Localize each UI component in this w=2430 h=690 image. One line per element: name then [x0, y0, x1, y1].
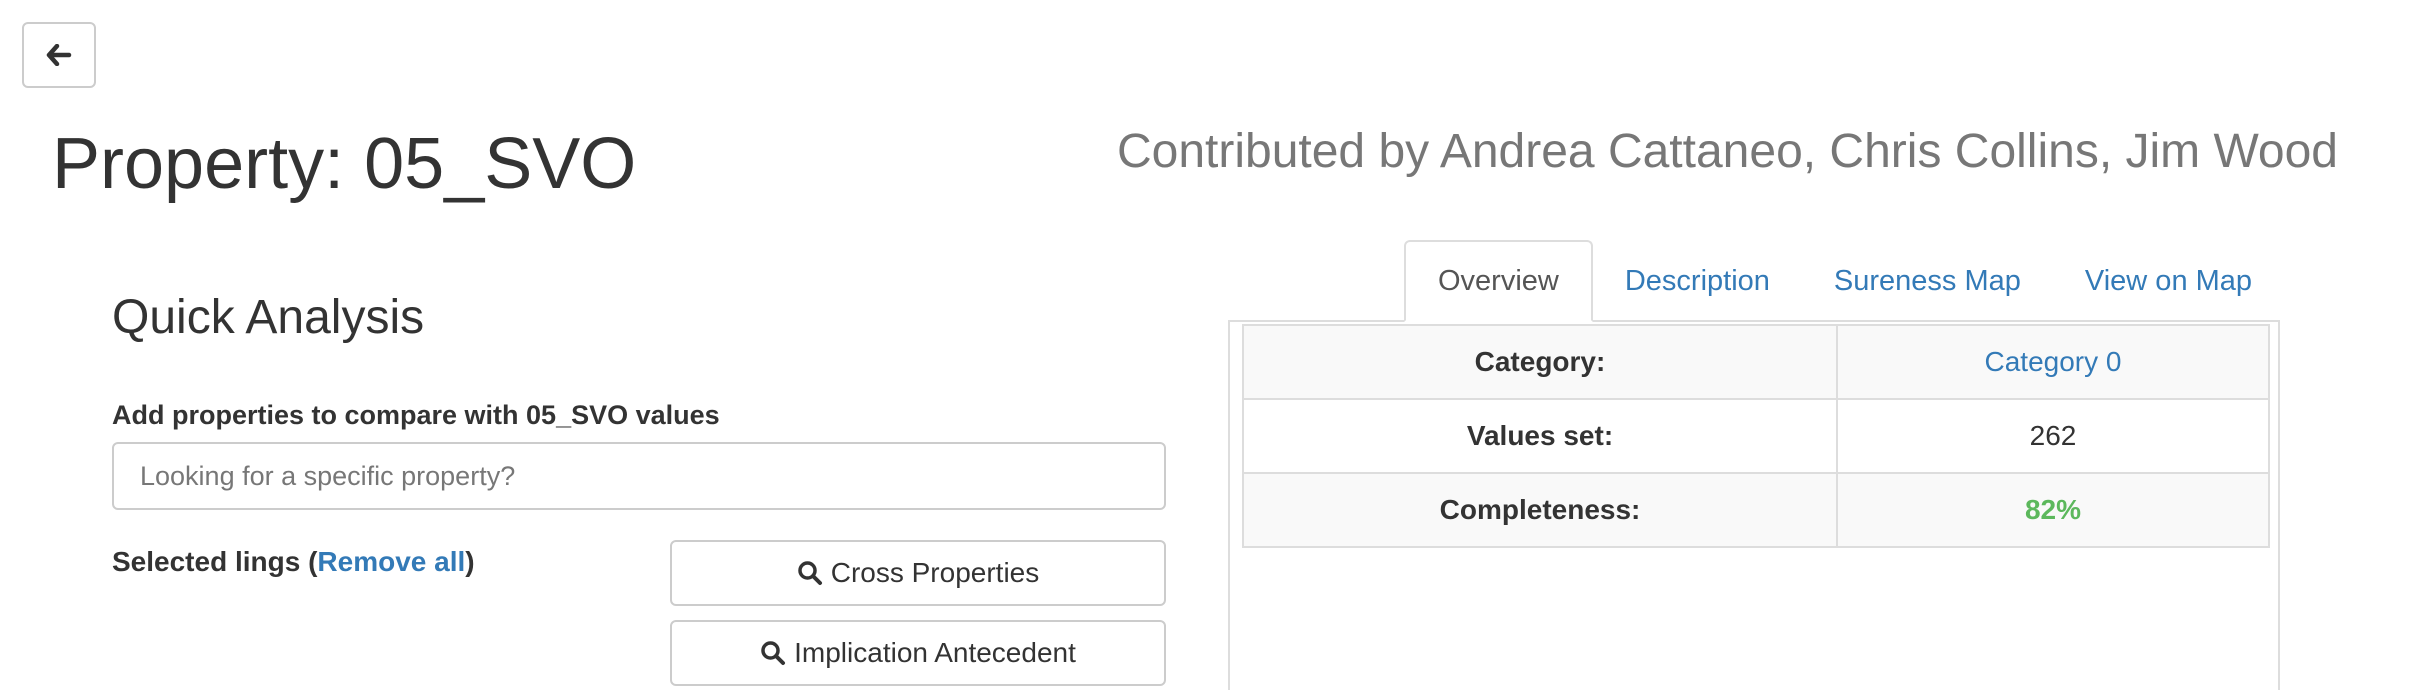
search-icon	[797, 560, 823, 586]
page: Property: 05_SVO Contributed by Andrea C…	[0, 0, 2430, 690]
search-icon	[760, 640, 786, 666]
overview-table: Category: Category 0 Values set: 262 Com…	[1242, 324, 2270, 548]
completeness-value: 82%	[1836, 472, 2270, 548]
category-label: Category:	[1242, 324, 1838, 400]
property-search-input[interactable]	[112, 442, 1166, 510]
completeness-label: Completeness:	[1242, 472, 1838, 548]
remove-all-link[interactable]: Remove all	[317, 546, 465, 577]
implication-antecedent-button[interactable]: Implication Antecedent	[670, 620, 1166, 686]
overview-panel: Category: Category 0 Values set: 262 Com…	[1228, 320, 2280, 690]
implication-antecedent-label: Implication Antecedent	[794, 637, 1076, 668]
category-link[interactable]: Category 0	[1985, 346, 2122, 377]
values-set-value: 262	[1836, 398, 2270, 474]
compare-properties-label: Add properties to compare with 05_SVO va…	[112, 400, 720, 430]
tab-description[interactable]: Description	[1593, 240, 1802, 322]
tab-sureness-map[interactable]: Sureness Map	[1802, 240, 2053, 322]
tab-view-on-map[interactable]: View on Map	[2053, 240, 2284, 322]
table-row: Category: Category 0	[1242, 324, 2270, 400]
values-set-label: Values set:	[1242, 398, 1838, 474]
selected-lings-text: Selected lings (	[112, 546, 318, 577]
table-row: Completeness: 82%	[1242, 472, 2270, 548]
table-row: Values set: 262	[1242, 398, 2270, 474]
page-title: Property: 05_SVO	[52, 124, 637, 204]
cross-properties-button[interactable]: Cross Properties	[670, 540, 1166, 606]
quick-analysis-title: Quick Analysis	[112, 291, 425, 344]
selected-lings-label: Selected lings (Remove all)	[112, 546, 475, 578]
contributors-text: Contributed by Andrea Cattaneo, Chris Co…	[1116, 125, 2338, 178]
tab-overview[interactable]: Overview	[1404, 240, 1593, 322]
cross-properties-label: Cross Properties	[830, 557, 1040, 588]
back-button[interactable]	[22, 22, 96, 88]
selected-lings-close-paren: )	[465, 546, 475, 577]
arrow-left-icon	[46, 44, 72, 66]
category-value-cell: Category 0	[1836, 324, 2270, 400]
property-tabs: Overview Description Sureness Map View o…	[1404, 240, 2284, 322]
